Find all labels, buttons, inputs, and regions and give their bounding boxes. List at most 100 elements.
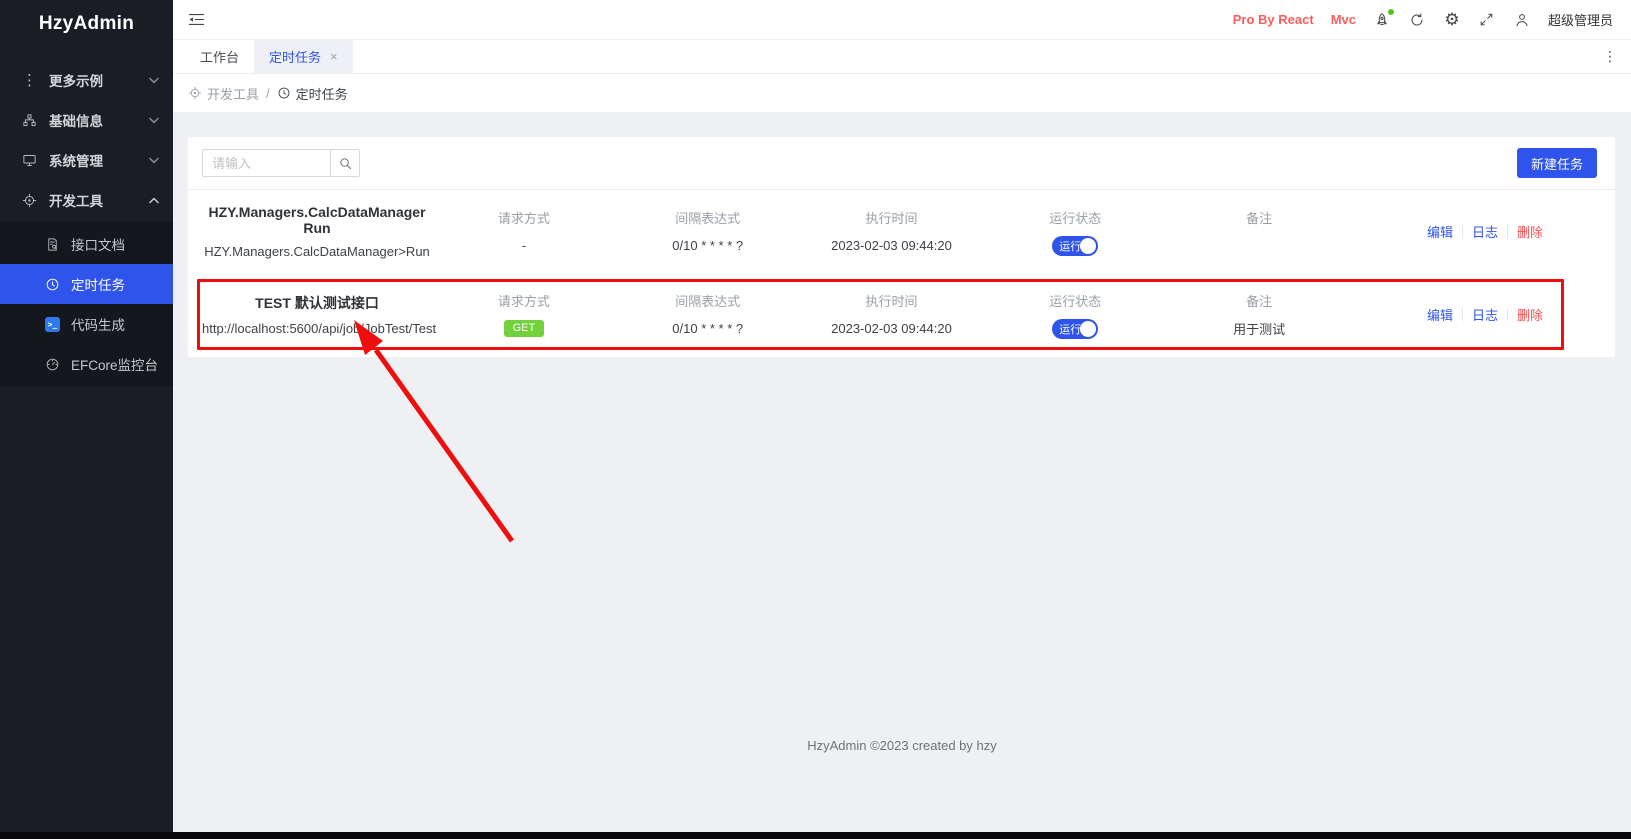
task-remark xyxy=(1167,236,1351,256)
sidebar-item-dev-tools[interactable]: 开发工具 xyxy=(0,180,173,220)
page-footer: HzyAdmin ©2023 created by hzy xyxy=(173,738,1631,753)
sidebar-item-label: EFCore监控台 xyxy=(71,354,158,374)
chevron-down-icon xyxy=(149,117,159,124)
sidebar-item-label: 开发工具 xyxy=(49,190,149,210)
tab-bar: 工作台 定时任务 × ⋮ xyxy=(173,40,1631,74)
toggle-knob xyxy=(1080,321,1096,337)
menu-fold-icon[interactable] xyxy=(187,11,205,29)
delete-link[interactable]: 删除 xyxy=(1517,222,1543,241)
clock-icon xyxy=(44,277,61,292)
status-dot xyxy=(1388,9,1394,15)
edit-link[interactable]: 编辑 xyxy=(1427,222,1453,241)
task-cron: 0/10 * * * * ? xyxy=(616,319,800,339)
column-label-remark: 备注 xyxy=(1167,291,1351,310)
file-search-icon xyxy=(44,237,61,252)
sidebar-item-more-examples[interactable]: ⋮ 更多示例 xyxy=(0,60,173,100)
sidebar-submenu: 接口文档 定时任务 >_ 代码生成 EFCore监控台 xyxy=(0,222,173,386)
page-content: 新建任务 HZY.Managers.CalcDataManager Run HZ… xyxy=(173,112,1631,839)
sidebar-menu: ⋮ 更多示例 基础信息 系统管理 开发工具 xyxy=(0,60,173,386)
more-icon: ⋮ xyxy=(21,71,38,89)
column-label-run-state: 运行状态 xyxy=(983,208,1167,227)
top-header: Pro By React Mvc ⚙ 超级管理员 xyxy=(173,0,1631,40)
fullscreen-icon[interactable] xyxy=(1478,11,1496,29)
tab-options-icon[interactable]: ⋮ xyxy=(1603,48,1631,65)
column-label-remark: 备注 xyxy=(1167,208,1351,227)
chevron-down-icon xyxy=(149,77,159,84)
sidebar-item-label: 定时任务 xyxy=(71,274,125,294)
breadcrumb-current: 定时任务 xyxy=(277,84,348,103)
app-logo: HzyAdmin xyxy=(0,0,173,48)
action-divider xyxy=(1507,308,1508,321)
sidebar-item-code-generation[interactable]: >_ 代码生成 xyxy=(0,304,173,344)
run-state-toggle[interactable]: 运行 xyxy=(1052,236,1098,256)
log-link[interactable]: 日志 xyxy=(1472,305,1498,324)
column-label-exec-time: 执行时间 xyxy=(800,208,984,227)
task-subtitle: http://localhost:5600/api/job/JobTest/Te… xyxy=(202,321,432,336)
search-button[interactable] xyxy=(330,149,360,177)
close-icon[interactable]: × xyxy=(330,50,338,63)
task-title: TEST 默认测试接口 xyxy=(202,293,432,313)
breadcrumb: 开发工具 / 定时任务 xyxy=(173,74,1631,112)
user-icon[interactable] xyxy=(1513,11,1531,29)
chevron-down-icon xyxy=(149,157,159,164)
mvc-link[interactable]: Mvc xyxy=(1331,12,1356,27)
sidebar-item-system-management[interactable]: 系统管理 xyxy=(0,140,173,180)
edit-link[interactable]: 编辑 xyxy=(1427,305,1453,324)
tab-scheduled-tasks[interactable]: 定时任务 × xyxy=(254,40,353,73)
code-icon: >_ xyxy=(44,317,61,332)
task-row: TEST 默认测试接口 http://localhost:5600/api/jo… xyxy=(188,273,1615,356)
breadcrumb-separator: / xyxy=(266,86,270,101)
taskbar-edge xyxy=(0,832,1631,839)
aim-icon xyxy=(21,193,38,208)
task-exec-time: 2023-02-03 09:44:20 xyxy=(800,319,984,339)
rocket-icon[interactable] xyxy=(1373,11,1391,29)
column-label-exec-time: 执行时间 xyxy=(800,291,984,310)
toggle-label: 运行 xyxy=(1059,238,1081,254)
run-state-toggle[interactable]: 运行 xyxy=(1052,319,1098,339)
task-cron: 0/10 * * * * ? xyxy=(616,236,800,256)
gear-icon[interactable]: ⚙ xyxy=(1443,11,1461,29)
column-label-method: 请求方式 xyxy=(432,291,616,310)
sidebar-item-label: 更多示例 xyxy=(49,70,149,90)
toggle-knob xyxy=(1080,238,1096,254)
sidebar-item-efcore-monitor[interactable]: EFCore监控台 xyxy=(0,344,173,384)
sidebar-item-scheduled-tasks[interactable]: 定时任务 xyxy=(0,264,173,304)
current-user-name[interactable]: 超级管理员 xyxy=(1548,10,1613,29)
tab-label: 工作台 xyxy=(200,47,239,66)
action-divider xyxy=(1462,225,1463,238)
task-exec-time: 2023-02-03 09:44:20 xyxy=(800,236,984,256)
task-title: HZY.Managers.CalcDataManager Run xyxy=(202,204,432,236)
sidebar-item-label: 代码生成 xyxy=(71,314,125,334)
toggle-label: 运行 xyxy=(1059,321,1081,337)
sidebar-item-basic-info[interactable]: 基础信息 xyxy=(0,100,173,140)
sidebar-item-label: 接口文档 xyxy=(71,234,125,254)
task-list-card: 新建任务 HZY.Managers.CalcDataManager Run HZ… xyxy=(188,137,1615,357)
new-task-button[interactable]: 新建任务 xyxy=(1517,148,1597,178)
breadcrumb-parent[interactable]: 开发工具 xyxy=(188,84,259,103)
sidebar-item-label: 系统管理 xyxy=(49,150,149,170)
column-label-method: 请求方式 xyxy=(432,208,616,227)
method-badge: GET xyxy=(504,320,545,337)
task-method: - xyxy=(432,236,616,256)
refresh-icon[interactable] xyxy=(1408,11,1426,29)
search-input[interactable] xyxy=(202,149,330,177)
sidebar-item-label: 基础信息 xyxy=(49,110,149,130)
sidebar-item-api-docs[interactable]: 接口文档 xyxy=(0,224,173,264)
log-link[interactable]: 日志 xyxy=(1472,222,1498,241)
aim-icon xyxy=(188,86,202,100)
task-remark: 用于测试 xyxy=(1167,319,1351,339)
main-area: Pro By React Mvc ⚙ 超级管理员 工作台 定时任务 × xyxy=(173,0,1631,839)
chevron-up-icon xyxy=(149,197,159,204)
tab-label: 定时任务 xyxy=(269,47,321,66)
delete-link[interactable]: 删除 xyxy=(1517,305,1543,324)
column-label-cron: 间隔表达式 xyxy=(616,208,800,227)
desktop-icon xyxy=(21,153,38,168)
task-row: HZY.Managers.CalcDataManager Run HZY.Man… xyxy=(188,190,1615,273)
dashboard-icon xyxy=(44,357,61,372)
pro-by-react-link[interactable]: Pro By React xyxy=(1233,12,1314,27)
clock-icon xyxy=(277,86,291,100)
tab-workbench[interactable]: 工作台 xyxy=(185,40,254,73)
column-label-run-state: 运行状态 xyxy=(983,291,1167,310)
column-label-cron: 间隔表达式 xyxy=(616,291,800,310)
action-divider xyxy=(1462,308,1463,321)
